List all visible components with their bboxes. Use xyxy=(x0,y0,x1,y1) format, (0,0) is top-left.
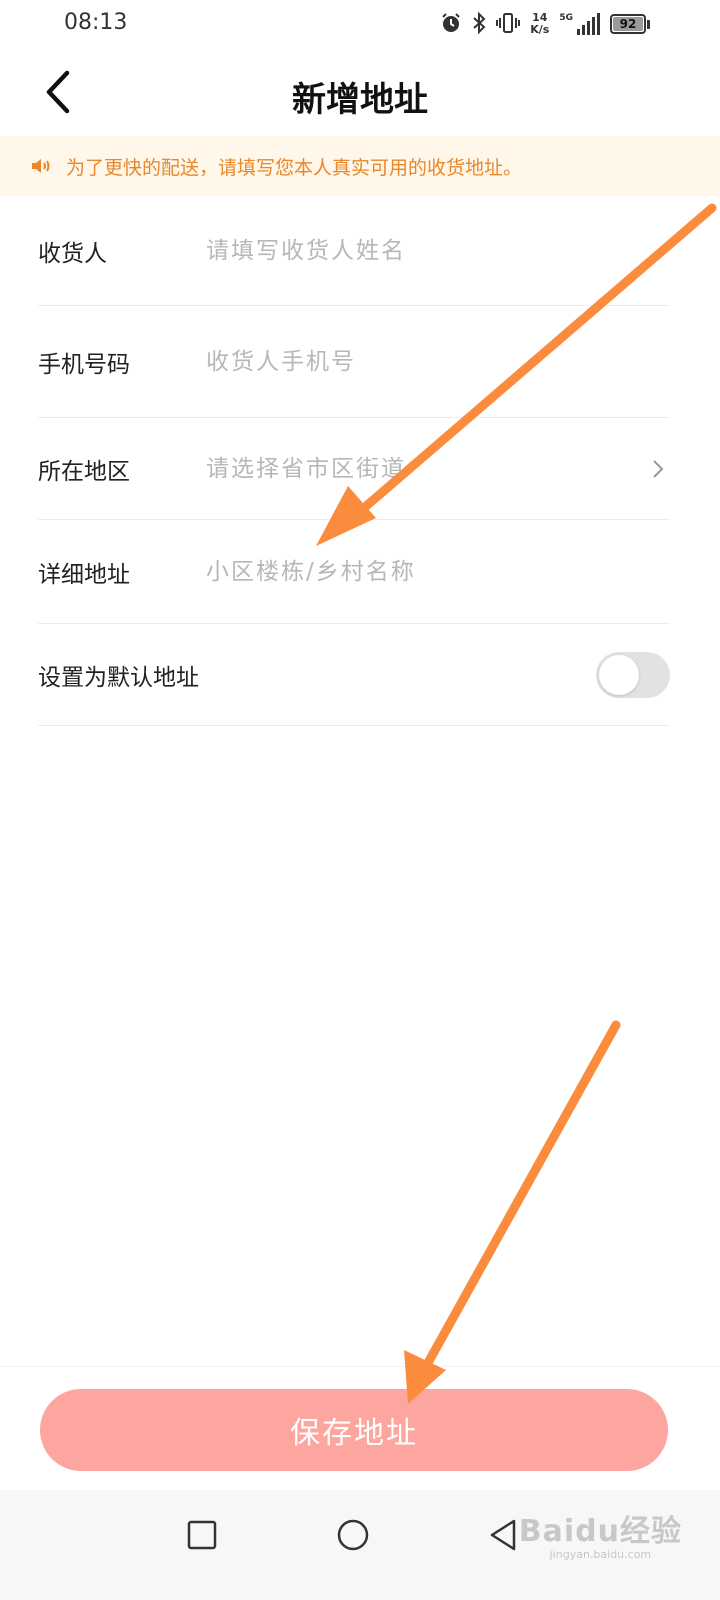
page-title: 新增地址 xyxy=(292,80,428,120)
detail-label: 详细地址 xyxy=(38,561,130,588)
watermark-main: Baidu经验 xyxy=(518,1514,682,1549)
toggle-knob xyxy=(599,654,639,695)
phone-label: 手机号码 xyxy=(38,351,130,378)
network-speed-unit: K/s xyxy=(530,23,550,36)
status-bar: 08:13 14 K/s 5G 92 xyxy=(0,0,720,50)
battery-level: 92 xyxy=(613,17,643,31)
phone-row: 手机号码 xyxy=(38,306,670,418)
alarm-icon xyxy=(440,12,462,37)
default-address-toggle[interactable] xyxy=(596,651,670,698)
battery-icon: 92 xyxy=(610,14,650,34)
status-icons: 14 K/s 5G 92 xyxy=(440,8,650,40)
nav-bar: 新增地址 xyxy=(0,50,720,136)
region-label: 所在地区 xyxy=(38,458,130,485)
cell-signal-icon: 5G xyxy=(559,13,600,35)
square-icon xyxy=(187,1520,217,1550)
recipient-input[interactable] xyxy=(206,237,670,264)
address-form: 收货人 手机号码 所在地区 详细地址 设置为默认地址 xyxy=(38,196,670,726)
phone-input[interactable] xyxy=(206,348,670,375)
triangle-back-icon xyxy=(490,1519,516,1551)
detail-row: 详细地址 xyxy=(38,520,670,624)
recipient-label: 收货人 xyxy=(38,240,107,267)
notice-text: 为了更快的配送，请填写您本人真实可用的收货地址。 xyxy=(66,156,523,179)
status-time: 08:13 xyxy=(64,10,128,35)
signal-label: 5G xyxy=(559,13,573,23)
default-address-row: 设置为默认地址 xyxy=(38,624,670,726)
arrow-to-save-button xyxy=(404,1020,621,1404)
vibrate-icon xyxy=(496,12,521,37)
home-button[interactable] xyxy=(328,1510,378,1560)
circle-icon xyxy=(337,1519,369,1551)
recent-apps-button[interactable] xyxy=(177,1510,227,1560)
detail-input[interactable] xyxy=(206,558,670,585)
default-address-label: 设置为默认地址 xyxy=(38,664,199,691)
region-input[interactable] xyxy=(206,455,670,482)
network-speed: 14 K/s xyxy=(530,12,549,36)
region-row[interactable]: 所在地区 xyxy=(38,418,670,520)
speaker-icon xyxy=(30,155,52,177)
save-address-button[interactable]: 保存地址 xyxy=(40,1389,668,1471)
recipient-row: 收货人 xyxy=(38,196,670,306)
bottom-action-bar: 保存地址 xyxy=(0,1366,720,1490)
notice-banner: 为了更快的配送，请填写您本人真实可用的收货地址。 xyxy=(0,136,720,196)
bluetooth-icon xyxy=(472,11,486,37)
baidu-watermark: Baidu经验 jingyan.baidu.com xyxy=(519,1506,682,1561)
chevron-right-icon xyxy=(648,457,668,481)
